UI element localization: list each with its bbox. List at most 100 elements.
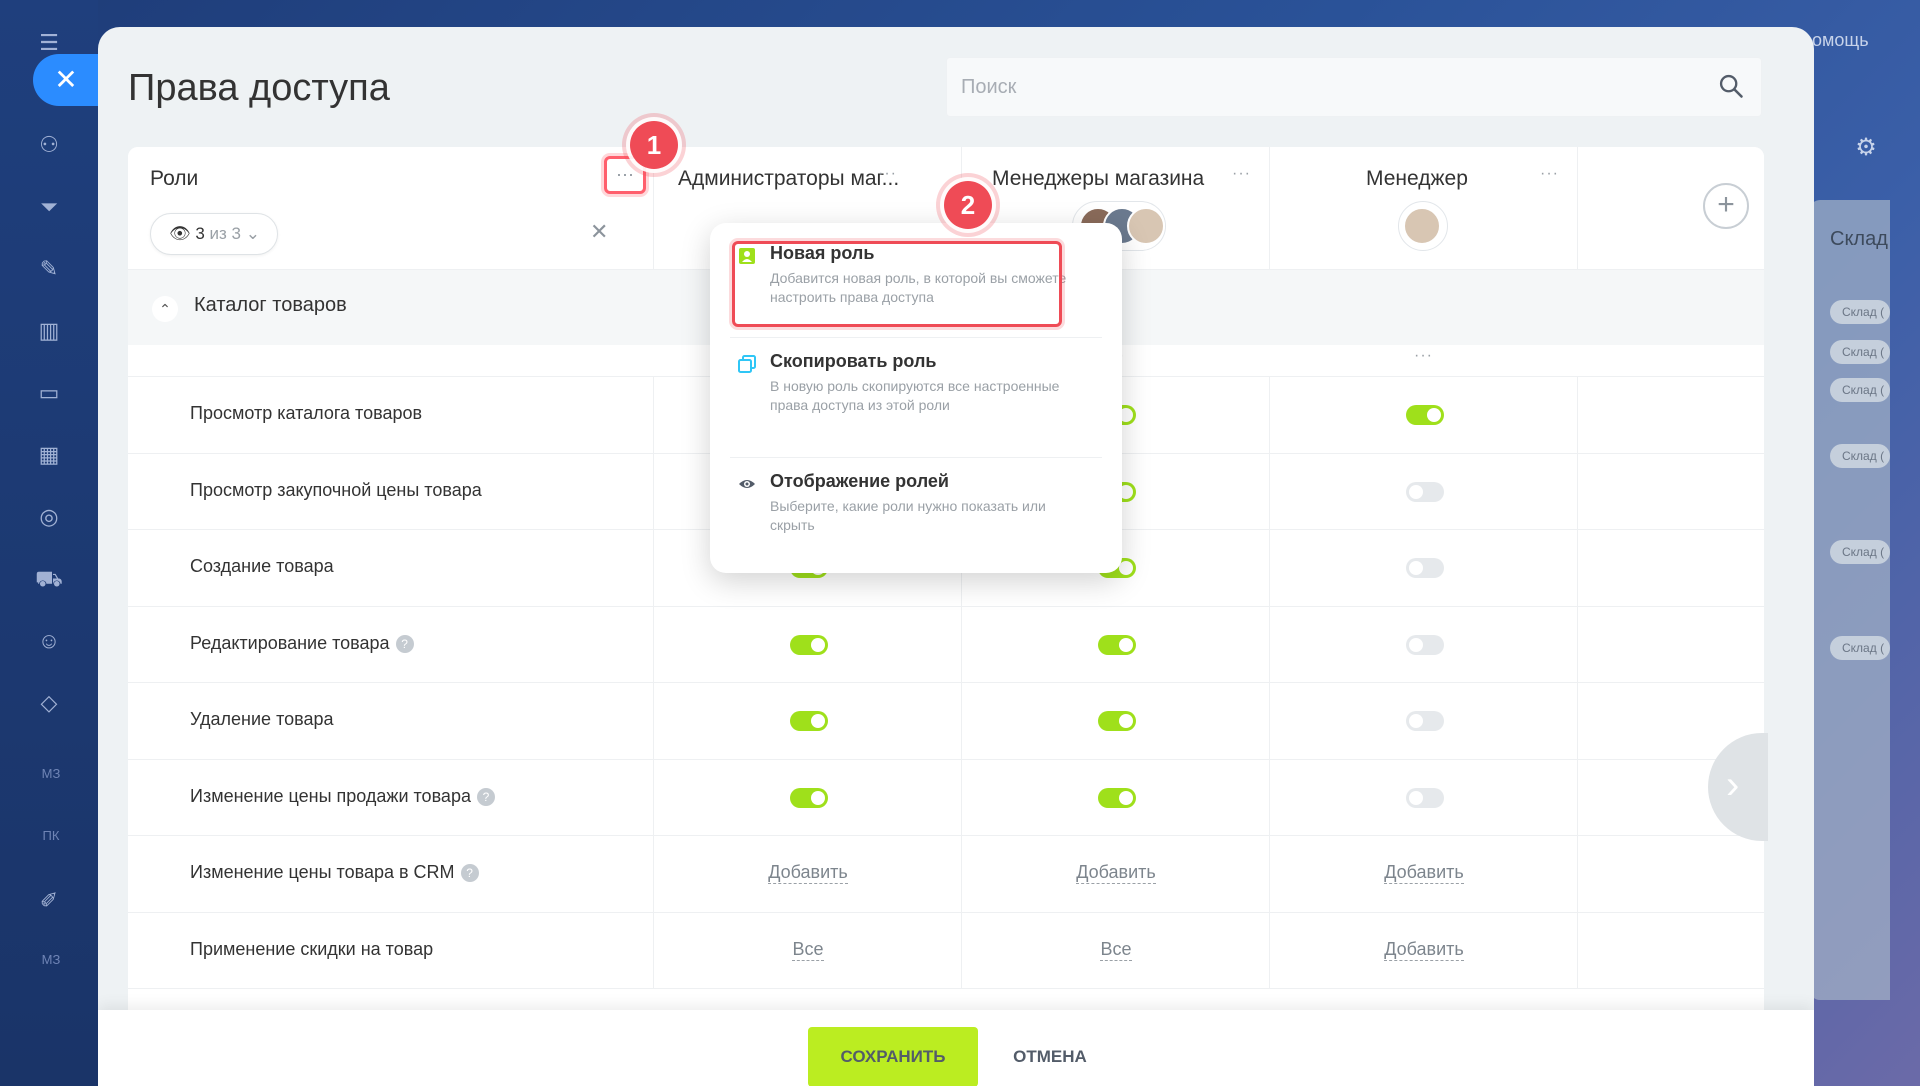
permission-value-text[interactable]: Добавить <box>768 862 848 884</box>
permission-cell: Добавить <box>1270 836 1578 912</box>
permission-value-text[interactable]: Все <box>1100 938 1132 961</box>
sidebar-text-3[interactable]: МЗ <box>36 952 66 967</box>
permission-cell <box>1270 530 1578 606</box>
permission-value[interactable]: Все <box>654 938 962 961</box>
permission-toggle[interactable] <box>790 711 828 731</box>
menu-item-description: В новую роль скопируются все настроенные… <box>770 378 1060 413</box>
role-column-menu-icon[interactable]: ··· <box>878 165 897 183</box>
save-button[interactable]: СОХРАНИТЬ <box>808 1027 978 1086</box>
permission-cell: Добавить <box>962 836 1270 912</box>
step-badge-1: 1 <box>630 121 678 169</box>
permission-cell <box>1270 683 1578 759</box>
step-badge-2: 2 <box>944 181 992 229</box>
permission-cell <box>654 606 962 682</box>
role-column-title[interactable]: Менеджер <box>1366 167 1468 191</box>
permission-toggle[interactable] <box>1406 787 1444 808</box>
permission-label-text: Изменение цены продажи товара <box>190 785 471 806</box>
search-icon[interactable] <box>1717 72 1745 100</box>
permission-label-cell: Создание товара <box>128 530 654 606</box>
roles-visibility-filter[interactable]: 👁 3 из 3 ⌄ <box>150 213 278 255</box>
permission-value-text[interactable]: Добавить <box>1384 938 1464 961</box>
background-chip: Склад ( <box>1830 300 1890 324</box>
table-row: Редактирование товара? <box>128 606 1764 683</box>
roles-label: Роли <box>150 167 199 190</box>
card-icon[interactable]: ▭ <box>34 378 64 408</box>
permission-label-text: Удаление товара <box>190 709 334 729</box>
permission-label: Просмотр каталога товаров <box>190 403 422 424</box>
permission-toggle[interactable] <box>1406 405 1444 425</box>
sidebar-text-2[interactable]: ПК <box>36 828 66 843</box>
pen-icon[interactable]: ✐ <box>34 886 64 916</box>
chart-icon[interactable]: ▥ <box>34 316 64 346</box>
document-icon[interactable]: ✎ <box>34 254 64 284</box>
permission-toggle[interactable] <box>1406 558 1444 578</box>
target-icon[interactable]: ◎ <box>34 502 64 532</box>
permission-value[interactable]: Все <box>962 938 1270 961</box>
role-column-title[interactable]: Менеджеры магазина <box>992 167 1204 191</box>
table-row: Изменение цены товара в CRM? Добавить Доба… <box>128 836 1764 913</box>
permission-toggle[interactable] <box>1098 787 1136 808</box>
permission-toggle[interactable] <box>1406 711 1444 731</box>
help-icon[interactable]: ? <box>395 634 414 653</box>
table-row: Удаление товара <box>128 683 1764 760</box>
access-rights-slider: Права доступа Роли 👁 3 из 3 ⌄ ✕ ··· Адми… <box>98 27 1814 1086</box>
eye-icon: 👁 <box>169 224 191 243</box>
permission-value[interactable]: Добавить <box>1270 862 1578 884</box>
permission-label-cell: Удаление товара <box>128 683 654 759</box>
help-icon[interactable]: ? <box>460 864 479 882</box>
permission-value[interactable]: Добавить <box>654 862 962 884</box>
permission-toggle[interactable] <box>1406 634 1444 655</box>
permission-toggle[interactable] <box>790 634 828 655</box>
menu-item-description: Выберите, какие роли нужно показать или … <box>770 498 1046 533</box>
permission-toggle[interactable] <box>790 787 828 808</box>
nodes-icon[interactable]: ⚇ <box>34 130 64 160</box>
filter-total: из 3 <box>209 224 241 243</box>
cart-icon[interactable]: ⛟ <box>34 564 64 594</box>
role-column-menu-icon[interactable]: ··· <box>1232 165 1251 183</box>
permission-label-text: Просмотр каталога товаров <box>190 403 423 423</box>
funnel-icon[interactable]: ⏷ <box>34 192 64 222</box>
permission-value-text[interactable]: Добавить <box>1076 862 1156 884</box>
close-slider-button[interactable]: ✕ <box>33 54 99 106</box>
chevron-up-icon[interactable]: ⌃ <box>152 296 178 322</box>
column-actions-icon[interactable]: ··· <box>1414 347 1433 365</box>
copy-icon <box>738 355 756 373</box>
permission-value[interactable]: Добавить <box>1270 938 1578 961</box>
permission-label: Просмотр закупочной цены товара <box>190 480 482 501</box>
permission-label-cell: Просмотр закупочной цены товара <box>128 453 654 529</box>
role-column-title[interactable]: Администраторы маг... <box>678 167 899 191</box>
menu-item-copy-role[interactable]: Скопировать роль В новую роль скопируютс… <box>730 351 1102 451</box>
permission-cell <box>1270 453 1578 529</box>
menu-item-title: Отображение ролей <box>770 471 949 491</box>
add-role-button[interactable]: + <box>1703 183 1749 229</box>
table-row: Изменение цены продажи товара? <box>128 759 1764 836</box>
permission-toggle[interactable] <box>1406 481 1444 502</box>
section-title: Каталог товаров <box>194 294 347 316</box>
page-title: Права доступа <box>128 67 390 109</box>
gear-icon[interactable]: ⚙ <box>1848 130 1884 166</box>
permission-cell: Все <box>654 912 962 988</box>
calendar-icon[interactable]: ▦ <box>34 440 64 470</box>
permission-toggle[interactable] <box>1098 711 1136 731</box>
robot-icon[interactable]: ☺ <box>34 626 64 656</box>
cancel-button[interactable]: ОТМЕНА <box>988 1027 1112 1086</box>
table-row: Применение скидки на товар Все Все Добавить <box>128 912 1764 989</box>
background-chip: Склад ( <box>1830 444 1890 468</box>
permission-label-cell: Применение скидки на товар <box>128 912 654 988</box>
background-panel-title: Склад <box>1830 228 1888 250</box>
help-icon[interactable]: ? <box>476 787 495 806</box>
box-icon[interactable]: ◇ <box>34 688 64 718</box>
permission-label: Создание товара <box>190 556 334 577</box>
sidebar-text-1[interactable]: МЗ <box>36 766 66 781</box>
role-column-menu-icon[interactable]: ··· <box>1540 165 1559 183</box>
permission-value-text[interactable]: Все <box>792 938 824 961</box>
permission-value-text[interactable]: Добавить <box>1384 862 1464 884</box>
permission-toggle[interactable] <box>1098 634 1136 655</box>
permission-label: Применение скидки на товар <box>190 939 433 960</box>
search-input[interactable] <box>961 58 1701 116</box>
permission-value[interactable]: Добавить <box>962 862 1270 884</box>
clear-filter-icon[interactable]: ✕ <box>590 219 608 245</box>
menu-item-display-roles[interactable]: Отображение ролей Выберите, какие роли н… <box>730 471 1102 555</box>
role-members-avatars[interactable] <box>1398 201 1448 251</box>
background-help-link[interactable]: омощь <box>1812 30 1869 51</box>
